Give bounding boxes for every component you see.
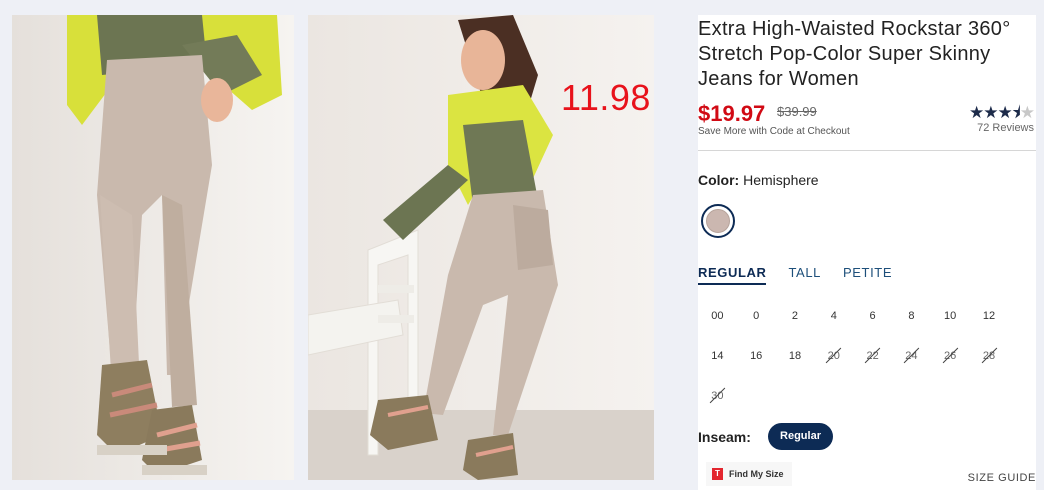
reviews-link[interactable]: 72 Reviews <box>977 122 1034 134</box>
color-label-row: Color: Hemisphere <box>698 172 819 188</box>
promo-text: Save More with Code at Checkout <box>698 126 850 137</box>
star-icon: ★ <box>968 103 984 122</box>
product-title: Extra High-Waisted Rockstar 360° Stretch… <box>698 18 1011 90</box>
size-option[interactable]: 16 <box>737 340 776 372</box>
inseam-regular-button[interactable]: Regular <box>768 423 833 450</box>
true-fit-logo-icon: T <box>712 468 723 480</box>
sale-price: $19.97 <box>698 101 766 126</box>
front-photo-illustration <box>12 15 294 480</box>
size-option[interactable]: 2 <box>776 300 815 332</box>
swatch-fill <box>706 209 730 233</box>
star-icon: ★ <box>997 103 1012 122</box>
product-image-front[interactable] <box>12 15 294 480</box>
size-option-unavailable[interactable]: 26 <box>931 340 970 372</box>
size-option-unavailable[interactable]: 24 <box>892 340 931 372</box>
size-option[interactable]: 10 <box>931 300 970 332</box>
size-option-unavailable[interactable]: 22 <box>853 340 892 372</box>
handwritten-price-note: 11.98 <box>561 77 651 118</box>
find-my-size-button[interactable]: T Find My Size <box>706 462 792 486</box>
size-option[interactable]: 6 <box>853 300 892 332</box>
size-option-unavailable[interactable]: 28 <box>970 340 1009 372</box>
size-option[interactable]: 4 <box>814 300 853 332</box>
size-guide-link[interactable]: SIZE GUIDE <box>968 472 1036 484</box>
size-option-unavailable[interactable]: 30 <box>698 380 737 412</box>
empty-star-icon: ★ <box>1019 103 1035 122</box>
half-star-icon: ⯨ <box>1011 103 1021 122</box>
size-grid: 00 0 2 4 6 8 10 12 14 16 18 20 22 24 26 … <box>698 300 998 412</box>
size-option[interactable]: 14 <box>698 340 737 372</box>
find-my-size-label: Find My Size <box>729 469 784 479</box>
divider <box>698 150 1036 151</box>
size-option[interactable]: 00 <box>698 300 737 332</box>
size-option-unavailable[interactable]: 20 <box>814 340 853 372</box>
tab-regular[interactable]: REGULAR <box>698 265 767 285</box>
color-value: Hemisphere <box>743 172 819 188</box>
fit-tabs: REGULAR TALL PETITE <box>698 265 892 285</box>
color-label: Color: <box>698 172 740 188</box>
tab-petite[interactable]: PETITE <box>843 265 892 285</box>
original-price: $39.99 <box>777 104 817 119</box>
star-icon: ★ <box>983 103 998 122</box>
size-option[interactable]: 18 <box>776 340 815 372</box>
inseam-label: Inseam: <box>698 429 751 445</box>
size-option[interactable]: 8 <box>892 300 931 332</box>
size-option[interactable]: 12 <box>970 300 1009 332</box>
color-swatch-hemisphere[interactable] <box>701 204 735 238</box>
product-details-panel: Extra High-Waisted Rockstar 360° Stretch… <box>698 15 1036 490</box>
size-option[interactable]: 0 <box>737 300 776 332</box>
tab-tall[interactable]: TALL <box>788 265 821 285</box>
